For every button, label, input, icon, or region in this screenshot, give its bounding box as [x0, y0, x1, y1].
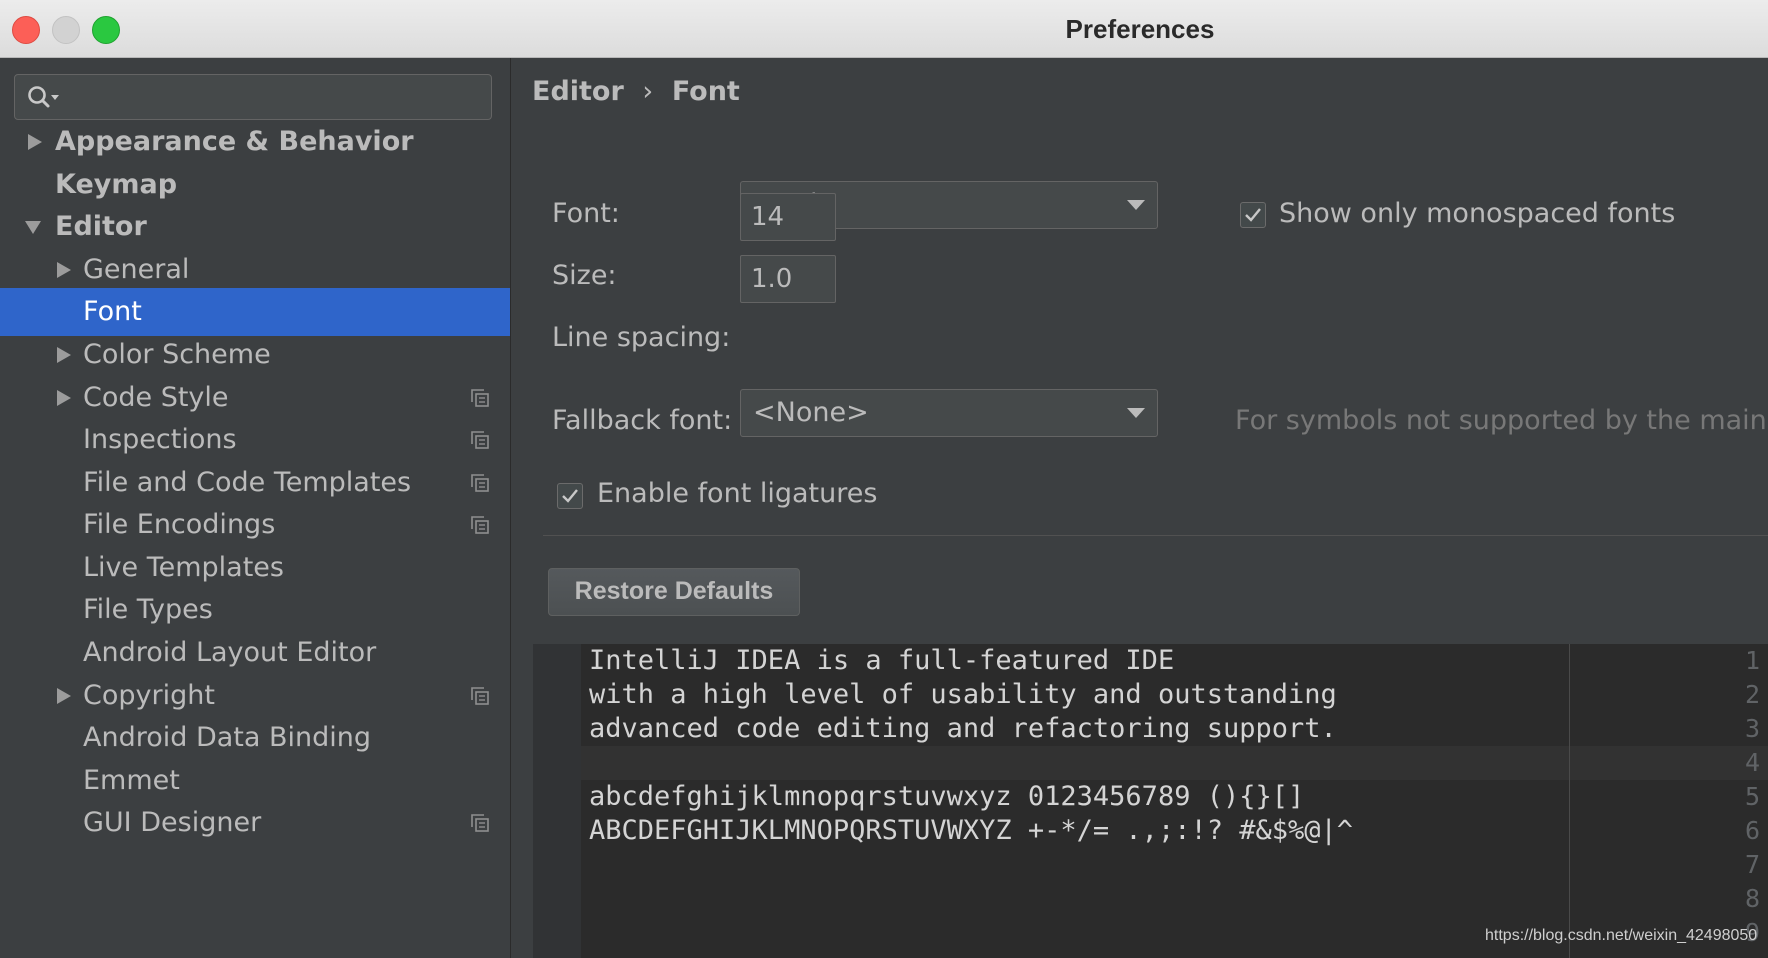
- checkmark-icon: [562, 489, 578, 503]
- sidebar-item-label: Inspections: [83, 424, 237, 455]
- line-number: 2: [1744, 680, 1760, 709]
- section-divider: [543, 535, 1768, 536]
- sidebar-item-label: Android Data Binding: [83, 722, 372, 753]
- sidebar-item-label: General: [83, 254, 190, 285]
- breadcrumb: Editor › Font: [532, 72, 740, 112]
- chevron-down-icon: [1127, 200, 1145, 210]
- project-settings-icon: [471, 516, 489, 534]
- sidebar-item-android-layout-editor[interactable]: Android Layout Editor: [0, 629, 510, 677]
- font-settings-panel: Editor›Font Font: Menlo Show only monosp…: [511, 58, 1768, 958]
- sidebar-item-label: Emmet: [83, 765, 180, 796]
- sidebar-item-label: Font: [83, 296, 142, 327]
- line-number: 4: [1744, 748, 1760, 777]
- fallback-font-label: Fallback font:: [552, 405, 733, 436]
- size-input[interactable]: 14: [740, 193, 836, 241]
- sidebar-item-color-scheme[interactable]: Color Scheme: [0, 331, 510, 379]
- monospaced-checkbox[interactable]: [1240, 202, 1266, 228]
- line-spacing-input[interactable]: 1.0: [740, 255, 836, 303]
- line-number: 1: [1744, 646, 1760, 675]
- breadcrumb-parent: Editor: [532, 76, 624, 107]
- chevron-down-icon: [1127, 408, 1145, 418]
- sidebar-item-label: File Encodings: [83, 509, 276, 540]
- project-settings-icon: [471, 431, 489, 449]
- sidebar-item-appearance-behavior[interactable]: Appearance & Behavior: [0, 118, 510, 166]
- sidebar-item-editor[interactable]: Editor: [0, 203, 510, 251]
- window-title: Preferences: [1065, 14, 1215, 44]
- project-settings-icon: [471, 389, 489, 407]
- sidebar-item-emmet[interactable]: Emmet: [0, 757, 510, 805]
- sidebar-item-file-and-code-templates[interactable]: File and Code Templates: [0, 459, 510, 507]
- chevron-down-icon: [25, 221, 41, 234]
- restore-defaults-button[interactable]: Restore Defaults: [548, 568, 800, 616]
- sidebar-item-font[interactable]: Font: [0, 288, 510, 336]
- search-icon: [28, 86, 59, 108]
- chevron-right-icon: [57, 390, 71, 406]
- chevron-right-icon: [28, 134, 42, 150]
- caret-row-highlight: [581, 746, 1768, 780]
- sidebar-item-copyright[interactable]: Copyright: [0, 672, 510, 720]
- project-settings-icon: [471, 687, 489, 705]
- sidebar-item-keymap[interactable]: Keymap: [0, 161, 510, 209]
- checkmark-icon: [1245, 208, 1261, 222]
- line-number: 7: [1744, 850, 1760, 879]
- preview-code-line: advanced code editing and refactoring su…: [589, 713, 1337, 744]
- sidebar-item-android-data-binding[interactable]: Android Data Binding: [0, 714, 510, 762]
- sidebar-item-code-style[interactable]: Code Style: [0, 374, 510, 422]
- project-settings-icon: [471, 474, 489, 492]
- settings-search-input[interactable]: [14, 74, 492, 120]
- sidebar-item-label: File Types: [83, 594, 213, 625]
- settings-sidebar: Appearance & Behavior Keymap Editor Gene…: [0, 58, 511, 958]
- sidebar-item-label: Color Scheme: [83, 339, 271, 370]
- chevron-right-icon: [57, 347, 71, 363]
- watermark-url: https://blog.csdn.net/weixin_42498050: [1485, 927, 1758, 944]
- line-spacing-input-value: 1.0: [751, 264, 793, 294]
- sidebar-item-label: GUI Designer: [83, 807, 262, 838]
- chevron-right-icon: [57, 262, 71, 278]
- sidebar-item-general[interactable]: General: [0, 246, 510, 294]
- line-spacing-label: Line spacing:: [552, 322, 731, 353]
- fallback-font-dropdown[interactable]: <None>: [740, 389, 1158, 437]
- breadcrumb-current: Font: [671, 76, 740, 107]
- sidebar-item-gui-designer[interactable]: GUI Designer: [0, 799, 510, 847]
- sidebar-item-live-templates[interactable]: Live Templates: [0, 544, 510, 592]
- sidebar-item-label: Editor: [55, 211, 147, 242]
- preview-code-line: with a high level of usability and outst…: [589, 679, 1337, 710]
- sidebar-item-label: File and Code Templates: [83, 467, 412, 498]
- sidebar-item-label: Android Layout Editor: [83, 637, 377, 668]
- right-margin-guide: [1569, 644, 1570, 958]
- line-number-gutter: [533, 644, 581, 958]
- line-number: 3: [1744, 714, 1760, 743]
- ligatures-checkbox[interactable]: [557, 483, 583, 509]
- breadcrumb-separator: ›: [642, 76, 654, 107]
- title-bar: Preferences: [0, 0, 1768, 58]
- font-preview-editor[interactable]: 1 2 3 4 5 6 7 8 9 IntelliJ IDEA is a ful…: [533, 644, 1768, 958]
- sidebar-item-label: Live Templates: [83, 552, 284, 583]
- fallback-font-hint: For symbols not supported by the main fo: [1235, 405, 1768, 436]
- size-input-value: 14: [751, 202, 785, 232]
- preview-code-line: ABCDEFGHIJKLMNOPQRSTUVWXYZ +-*/= .,;:!? …: [589, 815, 1354, 846]
- preview-code-line: IntelliJ IDEA is a full-featured IDE: [589, 645, 1175, 676]
- chevron-right-icon: [57, 688, 71, 704]
- preferences-window: Preferences Appearance & Behavior Keymap…: [0, 0, 1768, 958]
- line-number: 8: [1744, 884, 1760, 913]
- line-number: 6: [1744, 816, 1760, 845]
- sidebar-item-file-encodings[interactable]: File Encodings: [0, 501, 510, 549]
- fallback-font-dropdown-value: <None>: [753, 397, 869, 428]
- size-label: Size:: [552, 260, 617, 291]
- font-label: Font:: [552, 198, 620, 229]
- line-number: 5: [1744, 782, 1760, 811]
- sidebar-item-label: Code Style: [83, 382, 229, 413]
- sidebar-item-label: Keymap: [55, 169, 178, 200]
- sidebar-item-inspections[interactable]: Inspections: [0, 416, 510, 464]
- sidebar-item-label: Appearance & Behavior: [55, 126, 414, 157]
- preview-code-line: abcdefghijklmnopqrstuvwxyz 0123456789 ()…: [589, 781, 1305, 812]
- project-settings-icon: [471, 814, 489, 832]
- sidebar-item-file-types[interactable]: File Types: [0, 586, 510, 634]
- ligatures-label: Enable font ligatures: [597, 478, 878, 509]
- sidebar-item-label: Copyright: [83, 680, 215, 711]
- monospaced-label: Show only monospaced fonts: [1279, 198, 1676, 229]
